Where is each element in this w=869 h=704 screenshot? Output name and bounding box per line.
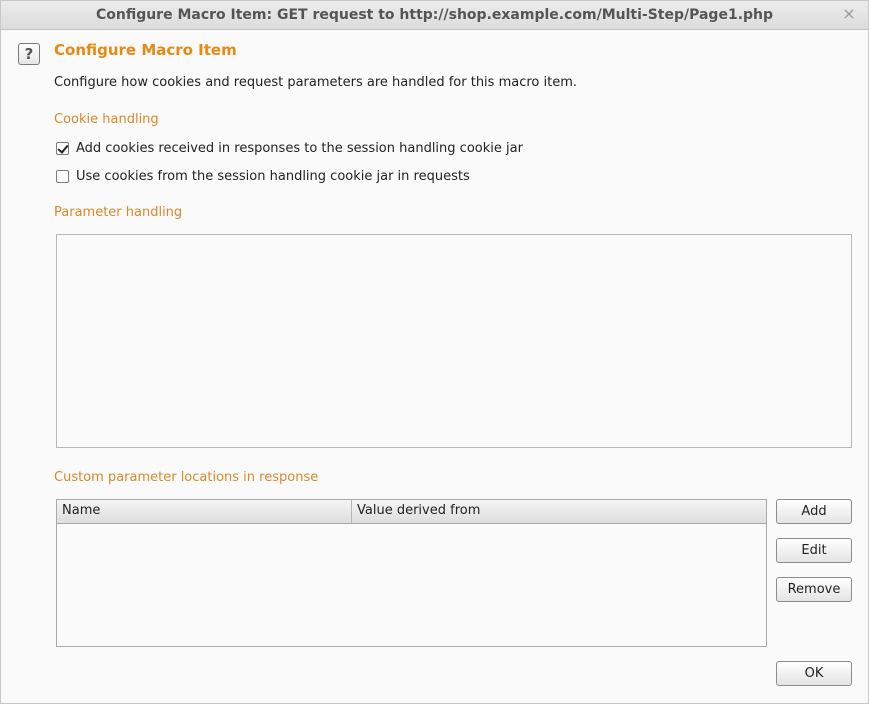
use-cookies-label: Use cookies from the session handling co… bbox=[76, 168, 470, 184]
help-icon[interactable]: ? bbox=[18, 43, 40, 65]
column-header-name[interactable]: Name bbox=[57, 500, 352, 523]
column-header-value-derived-from[interactable]: Value derived from bbox=[352, 500, 766, 523]
title-bar[interactable]: Configure Macro Item: GET request to htt… bbox=[1, 1, 868, 30]
custom-locations-table[interactable]: Name Value derived from bbox=[56, 499, 767, 647]
use-cookies-option[interactable]: Use cookies from the session handling co… bbox=[56, 167, 470, 185]
add-button[interactable]: Add bbox=[776, 499, 852, 524]
add-cookies-option[interactable]: Add cookies received in responses to the… bbox=[56, 139, 523, 157]
description-text: Configure how cookies and request parame… bbox=[54, 75, 578, 90]
configure-macro-item-dialog: Configure Macro Item: GET request to htt… bbox=[0, 0, 869, 704]
cookie-handling-label: Cookie handling bbox=[54, 112, 159, 127]
close-icon[interactable]: × bbox=[840, 4, 858, 24]
window-title: Configure Macro Item: GET request to htt… bbox=[95, 7, 774, 23]
table-header: Name Value derived from bbox=[57, 500, 766, 524]
page-title: Configure Macro Item bbox=[54, 41, 237, 59]
ok-button[interactable]: OK bbox=[776, 661, 852, 686]
add-cookies-checkbox[interactable] bbox=[56, 141, 69, 155]
remove-button[interactable]: Remove bbox=[776, 577, 852, 602]
parameter-handling-label: Parameter handling bbox=[54, 205, 183, 220]
use-cookies-checkbox[interactable] bbox=[56, 169, 69, 183]
edit-button[interactable]: Edit bbox=[776, 538, 852, 563]
add-cookies-label: Add cookies received in responses to the… bbox=[76, 140, 523, 156]
custom-locations-label: Custom parameter locations in response bbox=[54, 470, 319, 485]
parameter-handling-panel[interactable] bbox=[56, 234, 852, 448]
